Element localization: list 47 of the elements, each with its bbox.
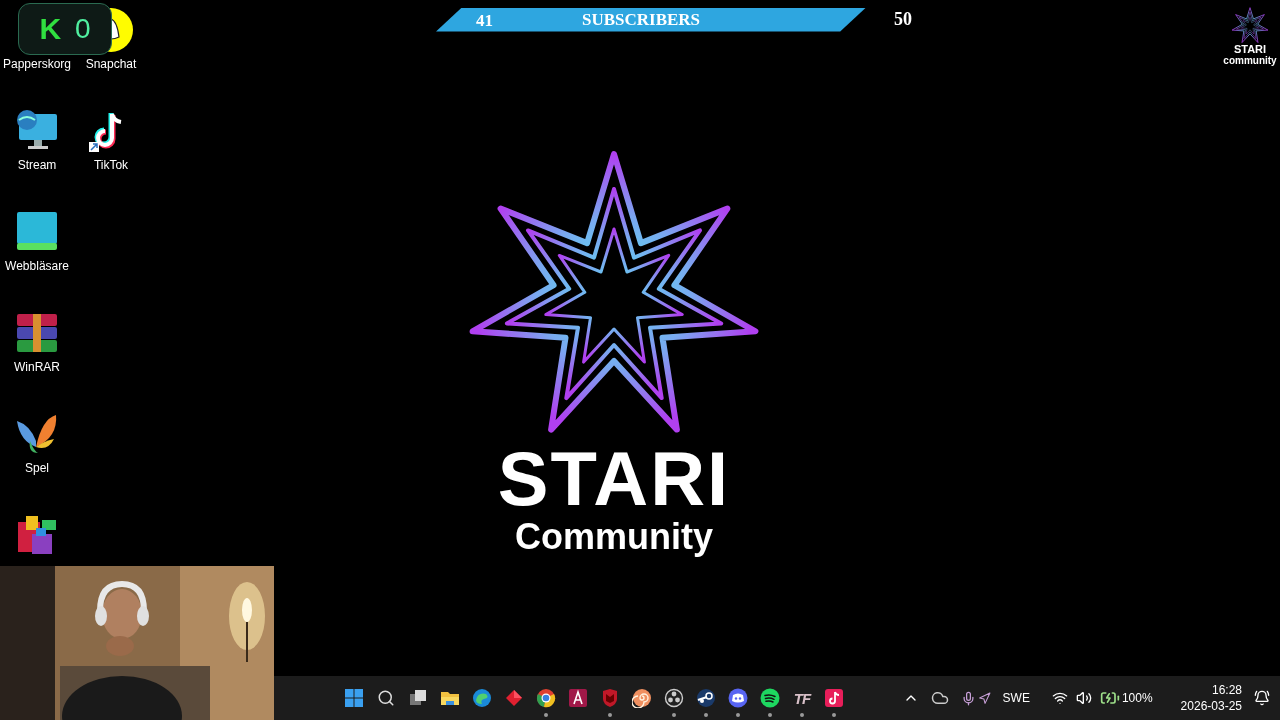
spiral-icon (632, 688, 652, 708)
clock-time[interactable]: 16:28 (1211, 682, 1242, 698)
taskbar-app[interactable]: TF (786, 678, 818, 718)
counter-value: 0 (75, 15, 91, 43)
app-glyph: TF (793, 690, 811, 706)
logo-title: STARI (497, 441, 731, 517)
wifi-icon[interactable] (1051, 690, 1068, 706)
subscriber-count: 41 (476, 10, 494, 33)
location-icon[interactable] (977, 691, 991, 705)
desktop-icon-label: Spel (25, 461, 49, 475)
desktop-icon-label: Webbläsare (5, 259, 69, 273)
discord-icon (728, 688, 748, 708)
corner-logo-subtitle: community (1223, 55, 1277, 66)
desktop-icon[interactable]: Stream (13, 107, 61, 172)
battery-percent: 100% (1121, 690, 1153, 707)
tiktok-icon (824, 688, 844, 708)
steam-icon (696, 688, 716, 708)
shield-icon (600, 688, 620, 708)
spotify-icon (760, 688, 780, 708)
diamond-icon (504, 688, 524, 708)
subscriber-target: 50 (894, 8, 912, 31)
corner-logo-title: STARI (1233, 44, 1267, 55)
desktop-icon[interactable]: Webbläsare (5, 208, 69, 273)
desktop-icon[interactable]: Spel (13, 410, 61, 475)
desktop-icon-label: TikTok (93, 158, 129, 172)
logo-subtitle: Community (515, 517, 713, 557)
counter-letter: K (39, 14, 62, 44)
cloud-icon[interactable] (930, 689, 949, 707)
microphone-icon[interactable] (960, 690, 976, 706)
subscriber-label: SUBSCRIBERS (580, 8, 702, 31)
chrome-icon (536, 688, 556, 708)
desktop-icon[interactable]: WinRAR (13, 309, 61, 374)
task-view-icon (408, 688, 428, 708)
volume-icon[interactable] (1075, 690, 1092, 706)
triangle-app-icon (568, 688, 588, 708)
desktop-icon-label: WinRAR (14, 360, 60, 374)
language-indicator[interactable]: SWE (1002, 689, 1030, 707)
star-logo-icon (1231, 6, 1269, 44)
edge-icon (472, 688, 492, 708)
search-icon (377, 689, 395, 707)
clock-date[interactable]: 2026-03-25 (1180, 698, 1242, 714)
obs-icon (664, 688, 684, 708)
windows-start-icon (344, 688, 364, 708)
desktop-icon-label: Snapchat (85, 57, 137, 71)
desktop-icon[interactable]: TikTok (87, 107, 135, 172)
notification-icon[interactable] (1254, 690, 1270, 706)
desktop-icon-label: Stream (17, 158, 57, 172)
